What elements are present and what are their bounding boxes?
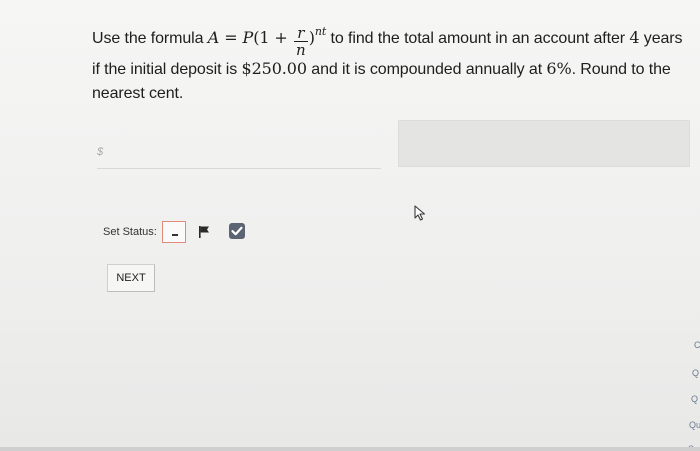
formula-numerator: r	[297, 24, 305, 42]
years-value: 4	[629, 28, 640, 47]
side-nav-item[interactable]: Qu	[689, 420, 700, 430]
answer-feedback-box	[398, 120, 690, 167]
dollar-prefix: $	[97, 146, 104, 158]
question-after-formula: to find the total amount in an account a…	[326, 30, 630, 47]
formula-equals: =	[219, 28, 243, 47]
page: Use the formula A = P(1 + r n)nt to find …	[0, 0, 700, 451]
answer-field[interactable]: $	[97, 140, 381, 169]
deposit-value: $250.00	[241, 59, 307, 78]
line2-mid: and it is compounded annually at	[306, 61, 547, 78]
line3-text: nearest cent.	[92, 85, 184, 102]
cursor-icon	[414, 205, 428, 226]
line2-prefix: if the initial deposit is	[92, 61, 242, 78]
bottom-divider	[0, 447, 700, 451]
years-suffix: years	[639, 30, 683, 47]
next-button[interactable]: NEXT	[107, 264, 155, 292]
formula-denominator: n	[295, 41, 306, 59]
checkmark-icon[interactable]	[229, 223, 245, 239]
side-nav-item[interactable]: Q	[691, 394, 698, 404]
rate-value: 6%	[546, 59, 572, 78]
line2-suffix: . Round to the	[571, 61, 671, 78]
formula-p: P	[242, 28, 254, 47]
side-nav-item[interactable]: Q	[692, 368, 699, 378]
status-toggle-button[interactable]	[162, 221, 186, 243]
side-navigation: C Q Q Qu Su	[686, 338, 700, 451]
formula-lhs: A	[207, 28, 220, 47]
question-lead: Use the formula	[92, 30, 208, 47]
side-nav-item[interactable]: C	[694, 340, 700, 350]
flag-icon[interactable]	[198, 225, 210, 244]
dash-icon	[172, 234, 178, 236]
formula-open: (1 +	[253, 28, 293, 47]
formula-fraction: rn	[293, 24, 308, 59]
status-label: Set Status:	[103, 226, 157, 238]
question-text: Use the formula A = P(1 + r n)nt to find …	[92, 20, 697, 106]
formula-exponent: nt	[314, 25, 327, 38]
